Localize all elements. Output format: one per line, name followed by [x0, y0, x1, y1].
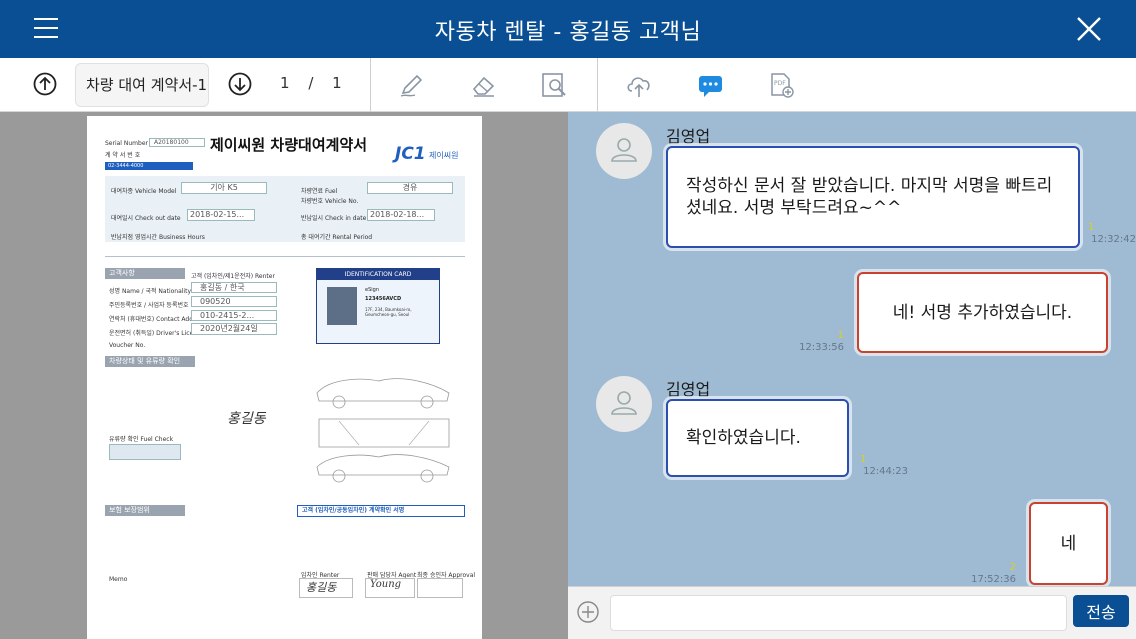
- message-input[interactable]: [610, 595, 1067, 631]
- chat-panel[interactable]: 김영업 작성하신 문서 잘 받았습니다. 마지막 서명을 빠트리셨네요. 서명 …: [568, 112, 1136, 586]
- checkin-value: 2018-02-18...: [367, 209, 435, 221]
- user-icon: [611, 138, 637, 162]
- plus-icon[interactable]: [577, 601, 599, 623]
- divider: [105, 256, 465, 257]
- message-bubble: 네! 서명 추가하였습니다.: [857, 272, 1108, 353]
- message-time: 12:32:42: [1091, 234, 1136, 245]
- document-search-icon[interactable]: [540, 71, 568, 99]
- message-meta: 1 12:44:23: [860, 454, 908, 478]
- serial-label: Serial Number: [105, 140, 148, 147]
- model-value: 기아 K5: [181, 182, 267, 194]
- page-separator: /: [308, 74, 314, 92]
- divider: [370, 58, 371, 112]
- read-count: 1: [837, 330, 844, 341]
- pdf-add-icon[interactable]: PDF: [768, 71, 796, 99]
- id-card-title: IDENTIFICATION CARD: [317, 269, 439, 280]
- contract-page[interactable]: Serial Number A20180100 계 약 서 번 호 02-344…: [87, 116, 482, 639]
- period-label: 총 대여기간 Rental Period: [301, 234, 373, 241]
- license-value: 2020년2월24일: [191, 323, 277, 335]
- send-button[interactable]: 전송: [1073, 595, 1129, 627]
- fuel-check-label: 유류량 확인 Fuel Check: [109, 436, 174, 443]
- read-count: 1: [1088, 222, 1095, 233]
- user-icon: [611, 391, 637, 415]
- approval-sig-box: [417, 578, 463, 598]
- agent-sig-box: Young: [365, 578, 415, 598]
- phone-value: 010-2415-2...: [191, 310, 277, 321]
- model-label: 대여차종 Vehicle Model: [111, 188, 177, 195]
- id-card-photo: [327, 287, 357, 325]
- pen-icon[interactable]: [398, 71, 426, 99]
- contract-title: 제이씨원 차량대여계약서: [210, 136, 368, 154]
- brand-logo-text: JC1: [395, 144, 426, 164]
- fuel-gauge: [109, 444, 181, 460]
- checkout-value: 2018-02-15...: [187, 209, 255, 221]
- serial-kr: 계 약 서 번 호: [105, 152, 141, 159]
- title-bar: 자동차 렌탈 - 홍길동 고객님: [0, 0, 1136, 58]
- id-card-name: eSign: [365, 287, 379, 293]
- read-count: 1: [860, 454, 867, 465]
- memo-label: Memo: [109, 576, 128, 583]
- vehicle-no-label: 차량번호 Vehicle No.: [301, 198, 359, 205]
- id-value: 090520: [191, 296, 277, 307]
- serial-value: A20180100: [149, 138, 205, 147]
- page-title: 자동차 렌탈 - 홍길동 고객님: [434, 20, 702, 45]
- message-meta: 2 17:52:36: [964, 562, 1016, 586]
- document-viewer[interactable]: Serial Number A20180100 계 약 서 번 호 02-344…: [0, 112, 568, 639]
- message-bubble: 확인하였습니다.: [666, 399, 849, 477]
- renter-signature: 홍길동: [227, 411, 266, 427]
- message-time: 12:44:23: [863, 466, 908, 477]
- page-current: 1: [280, 74, 290, 92]
- id-card-address: 17F, 234, Baumkoai-ro, Geumcheon-gu, Seo…: [365, 307, 412, 317]
- prev-page-icon[interactable]: [33, 72, 57, 96]
- document-selector[interactable]: 차량 대여 계약서-1: [75, 63, 209, 107]
- renter-sig-box: 홍길동: [299, 578, 353, 598]
- voucher-label: Voucher No.: [109, 342, 146, 349]
- license-label: 운전면허 (취득일) Driver's License: [109, 330, 204, 337]
- eraser-icon[interactable]: [470, 71, 498, 99]
- confirm-section: 고객 (임차인/공동임차인) 계약확인 서명: [297, 505, 465, 517]
- name-value: 홍길동 / 한국: [191, 282, 277, 293]
- read-count: 2: [1009, 562, 1016, 573]
- id-label: 주민등록번호 / 사업자 등록번호: [109, 302, 189, 309]
- message-meta: 1 12:33:56: [792, 330, 844, 354]
- checkin-label: 반납일시 Check in date: [301, 215, 367, 222]
- svg-text:PDF: PDF: [774, 80, 786, 87]
- brand-logo: JC1: [395, 144, 426, 164]
- close-icon[interactable]: [1076, 16, 1102, 42]
- fuel-value: 경유: [367, 182, 453, 194]
- brand-name: 제이씨원: [429, 151, 459, 160]
- avatar: [596, 123, 652, 179]
- id-card-number: 123456AVCD: [365, 296, 402, 302]
- avatar: [596, 376, 652, 432]
- message-time: 17:52:36: [971, 574, 1016, 585]
- name-label: 성명 Name / 국적 Nationality: [109, 288, 192, 295]
- customer-section: 고객사항: [105, 268, 185, 279]
- next-page-icon[interactable]: [228, 72, 252, 96]
- page-total: 1: [332, 74, 342, 92]
- message-bubble: 작성하신 문서 잘 받았습니다. 마지막 서명을 빠트리셨네요. 서명 부탁드려…: [666, 146, 1080, 248]
- page-indicator: 1 / 1: [280, 74, 342, 92]
- car-diagram: [316, 378, 450, 483]
- divider: [597, 58, 598, 112]
- sender-name: 김영업: [666, 127, 711, 146]
- toolbar: 차량 대여 계약서-1 1 / 1 PDF: [0, 58, 1136, 112]
- vehicle-section: 차량상태 및 유류량 확인: [105, 356, 195, 367]
- renter-label: 고객 (임차인/제1운전자) Renter: [191, 273, 275, 280]
- message-meta: 1 12:32:42: [1088, 222, 1136, 246]
- cloud-upload-icon[interactable]: [625, 71, 653, 99]
- insurance-section: 보험 보장범위: [105, 505, 185, 516]
- checkout-label: 대여일시 Check out date: [111, 215, 181, 222]
- center-phone: 02-3444-4000: [105, 162, 193, 170]
- hours-label: 반납지점 영업시간 Business Hours: [111, 234, 205, 241]
- message-time: 12:33:56: [799, 342, 844, 353]
- fuel-label: 차량연료 Fuel: [301, 188, 338, 195]
- sender-name: 김영업: [666, 380, 711, 399]
- id-card: IDENTIFICATION CARD eSign 123456AVCD 17F…: [316, 268, 440, 344]
- message-bubble: 네: [1029, 502, 1108, 585]
- chat-icon[interactable]: [697, 71, 725, 99]
- message-input-bar: 전송: [568, 586, 1136, 639]
